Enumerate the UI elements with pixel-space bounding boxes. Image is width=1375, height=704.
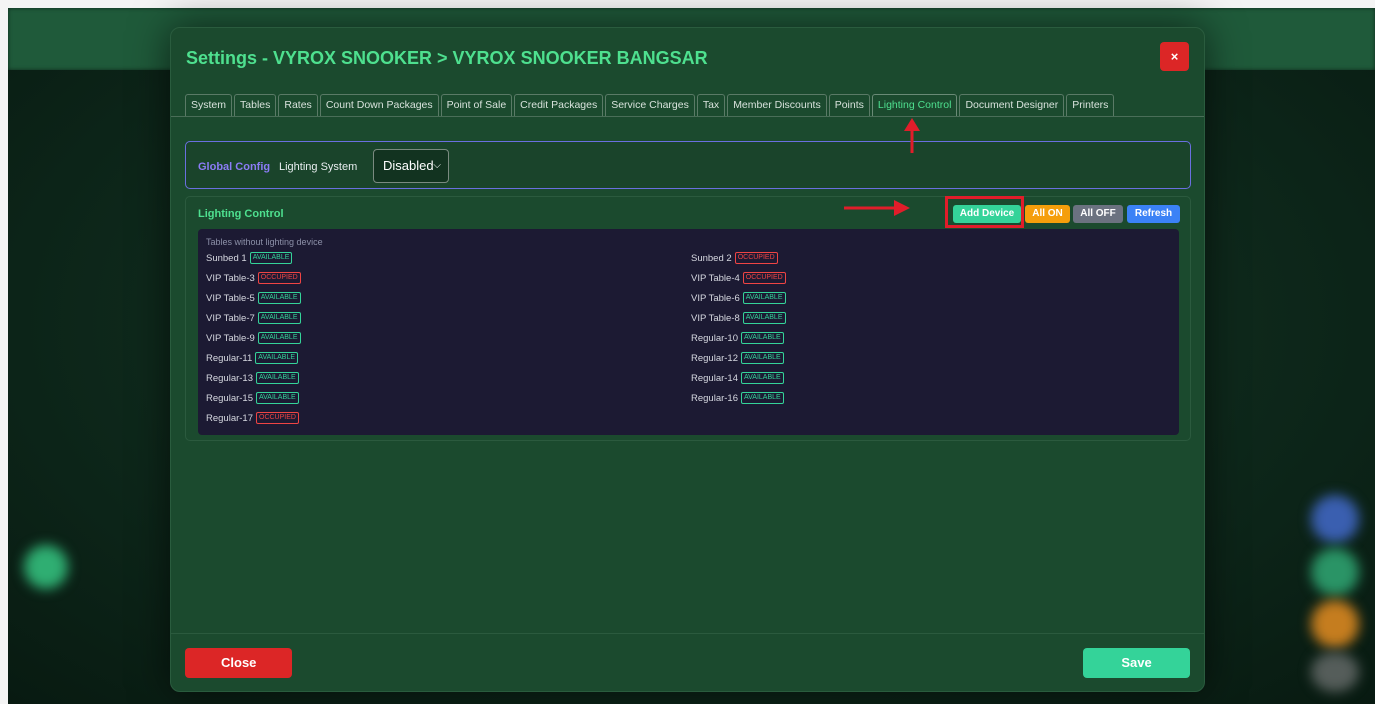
all-off-button[interactable]: All OFF (1073, 205, 1123, 223)
bg-green-blob-right (1311, 548, 1359, 596)
status-badge: OCCUPIED (257, 272, 301, 285)
lighting-system-select[interactable]: Disabled ⌵ (373, 149, 449, 183)
status-badge: AVAILABLE (741, 392, 784, 405)
tables-without-device-list: Tables without lighting device Sunbed 1A… (198, 229, 1179, 435)
table-name: Regular-12 (691, 353, 738, 364)
table-list-item: Regular-17 OCCUPIED (206, 412, 299, 426)
settings-modal: Settings - VYROX SNOOKER > VYROX SNOOKER… (170, 27, 1205, 692)
table-list-item: Regular-12 AVAILABLE (691, 352, 784, 366)
settings-tabs: System Tables Rates Count Down Packages … (185, 94, 1116, 117)
status-badge: AVAILABLE (256, 392, 299, 405)
table-list-item: VIP Table-4 OCCUPIED (691, 272, 786, 286)
tab-credit-packages[interactable]: Credit Packages (514, 94, 604, 117)
table-name: VIP Table-4 (691, 273, 740, 284)
table-list-item: Sunbed 1 AVAILABLE (206, 252, 293, 266)
screen-border-top (0, 0, 1375, 8)
tab-printers[interactable]: Printers (1066, 94, 1115, 117)
footer-divider (171, 633, 1204, 634)
tab-points[interactable]: Points (828, 94, 870, 117)
table-name: VIP Table-5 (206, 293, 255, 304)
table-list-item: Regular-16 AVAILABLE (691, 392, 784, 406)
table-name: Sunbed 2 (691, 253, 732, 264)
status-badge: OCCUPIED (734, 252, 778, 265)
tab-service-charges[interactable]: Service Charges (605, 94, 695, 117)
bg-green-blob (24, 545, 68, 589)
tab-rates[interactable]: Rates (278, 94, 318, 117)
table-name: VIP Table-6 (691, 293, 740, 304)
status-badge: AVAILABLE (741, 372, 784, 385)
status-badge: AVAILABLE (257, 312, 301, 325)
table-list-item: VIP Table-3 OCCUPIED (206, 272, 301, 286)
lighting-system-label: Lighting System (279, 161, 358, 173)
tab-lighting-control[interactable]: Lighting Control (871, 94, 958, 117)
screen-border-left (0, 0, 8, 704)
lighting-control-title: Lighting Control (198, 208, 284, 220)
tab-tables[interactable]: Tables (234, 94, 277, 117)
table-list-item: VIP Table-9 AVAILABLE (206, 332, 301, 346)
annotation-arrow-up (904, 118, 920, 153)
table-list-item: Regular-10 AVAILABLE (691, 332, 784, 346)
annotation-arrow-right (844, 200, 910, 216)
tab-document-designer[interactable]: Document Designer (959, 94, 1065, 117)
status-badge: OCCUPIED (256, 412, 299, 425)
status-badge: AVAILABLE (742, 312, 786, 325)
global-config-title: Global Config (198, 161, 271, 173)
table-name: Sunbed 1 (206, 253, 247, 264)
table-name: Regular-11 (206, 353, 253, 364)
table-name: Regular-16 (691, 393, 738, 404)
close-x-button[interactable]: × (1160, 42, 1189, 71)
bg-gray-blob (1311, 652, 1359, 692)
status-badge: AVAILABLE (255, 352, 299, 365)
tab-tax[interactable]: Tax (696, 94, 726, 117)
table-list-item: Regular-14 AVAILABLE (691, 372, 784, 386)
table-name: VIP Table-7 (206, 313, 255, 324)
table-list-item: Regular-15 AVAILABLE (206, 392, 299, 406)
table-name: Regular-17 (206, 413, 253, 424)
close-icon: × (1170, 49, 1179, 64)
global-config-box: Global Config Lighting System Disabled ⌵ (185, 141, 1191, 189)
status-badge: AVAILABLE (257, 292, 301, 305)
bg-orange-blob (1311, 600, 1359, 648)
status-badge: AVAILABLE (742, 292, 786, 305)
lighting-system-value: Disabled (383, 158, 434, 173)
chevron-down-icon: ⌵ (433, 160, 441, 171)
refresh-button[interactable]: Refresh (1127, 205, 1180, 223)
tabs-divider (171, 116, 1204, 117)
table-list-item: VIP Table-7 AVAILABLE (206, 312, 301, 326)
table-name: VIP Table-9 (206, 333, 255, 344)
table-name: VIP Table-3 (206, 273, 255, 284)
table-list-item: VIP Table-8 AVAILABLE (691, 312, 786, 326)
status-badge: OCCUPIED (742, 272, 786, 285)
status-badge: AVAILABLE (249, 252, 293, 265)
modal-title: Settings - VYROX SNOOKER > VYROX SNOOKER… (186, 48, 708, 68)
status-badge: AVAILABLE (741, 352, 784, 365)
status-badge: AVAILABLE (741, 332, 784, 345)
close-button[interactable]: Close (185, 648, 292, 678)
table-list-item: VIP Table-5 AVAILABLE (206, 292, 301, 306)
table-list-item: VIP Table-6 AVAILABLE (691, 292, 786, 306)
table-name: Regular-10 (691, 333, 738, 344)
table-name: Regular-15 (206, 393, 253, 404)
bg-blue-blob (1311, 495, 1359, 543)
table-name: VIP Table-8 (691, 313, 740, 324)
table-list-item: Regular-13 AVAILABLE (206, 372, 299, 386)
status-badge: AVAILABLE (257, 332, 301, 345)
tab-count-down-packages[interactable]: Count Down Packages (319, 94, 439, 117)
table-name: Regular-14 (691, 373, 738, 384)
annotation-highlight-box (945, 196, 1024, 228)
modal-header: Settings - VYROX SNOOKER > VYROX SNOOKER… (171, 28, 1204, 90)
table-list-item: Sunbed 2 OCCUPIED (691, 252, 778, 266)
tab-point-of-sale[interactable]: Point of Sale (440, 94, 513, 117)
tab-member-discounts[interactable]: Member Discounts (727, 94, 827, 117)
status-badge: AVAILABLE (256, 372, 299, 385)
save-button[interactable]: Save (1083, 648, 1190, 678)
tab-system[interactable]: System (185, 94, 233, 117)
table-name: Regular-13 (206, 373, 253, 384)
table-list-item: Regular-11 AVAILABLE (206, 352, 299, 366)
lighting-control-panel: Lighting Control Add Device All ON All O… (185, 196, 1191, 441)
all-on-button[interactable]: All ON (1025, 205, 1070, 223)
list-heading: Tables without lighting device (206, 237, 323, 247)
